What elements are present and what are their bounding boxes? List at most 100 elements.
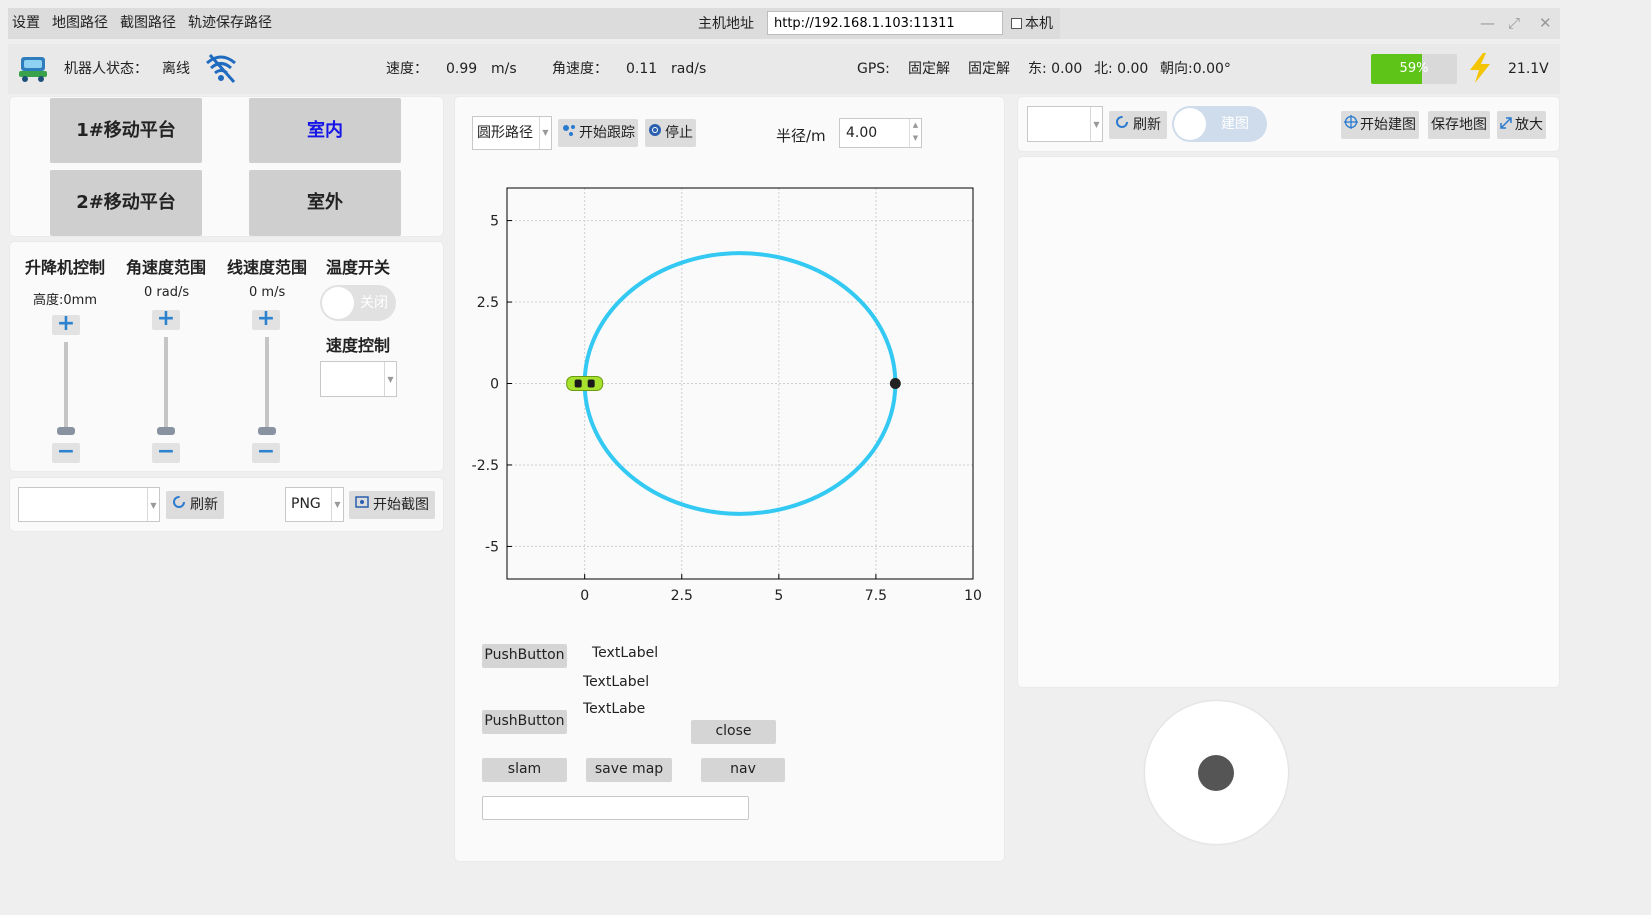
y-tick-label: -2.5	[472, 458, 499, 474]
build-map-toggle[interactable]: 建图	[1172, 106, 1267, 142]
angular-plus-button[interactable]: +	[152, 308, 180, 330]
chart-ticks: 0 2.5 5 7.5 10 5 2.5 0 -2.5 -5	[472, 214, 982, 604]
chevron-down-icon: ▼	[384, 362, 396, 396]
linear-minus-button[interactable]: −	[252, 441, 280, 463]
angular-slider-handle[interactable]	[157, 427, 175, 435]
status-bar: 机器人状态： 离线 速度： 0.99 m/s 角速度： 0.11 rad/s G…	[8, 44, 1560, 94]
speed-unit: m/s	[491, 61, 517, 77]
restore-icon[interactable]: ⤢	[1508, 8, 1520, 39]
robot-state-label: 机器人状态：	[64, 61, 148, 77]
lift-height-value: 高度:0mm	[33, 293, 97, 308]
temperature-switch-title: 温度开关	[326, 258, 391, 277]
car-window	[574, 379, 582, 388]
stop-button[interactable]: 停止	[645, 119, 696, 147]
text-label-1: TextLabel	[592, 645, 659, 661]
stop-label: 停止	[665, 125, 693, 141]
path-type-select[interactable]: 圆形路径 ▼	[472, 116, 552, 150]
path-chart: 0 2.5 5 7.5 10 5 2.5 0 -2.5 -5	[472, 187, 982, 604]
x-tick-label: 7.5	[865, 588, 887, 604]
chevron-down-icon: ▼	[1090, 107, 1102, 141]
car-window	[587, 379, 595, 388]
battery-percent: 59%	[1399, 61, 1429, 76]
start-capture-label: 开始截图	[373, 497, 429, 513]
gps-fix-1: 固定解	[908, 61, 950, 77]
car-icon	[566, 376, 604, 391]
temperature-toggle[interactable]: 关闭	[320, 285, 396, 321]
push-button-2[interactable]: PushButton	[482, 710, 567, 734]
menu-map-path[interactable]: 地图路径	[52, 8, 108, 39]
car-body	[566, 376, 604, 391]
voltage-value: 21.1V	[1508, 61, 1549, 77]
robot-icon	[18, 53, 48, 87]
minimize-icon[interactable]: —	[1480, 8, 1495, 39]
format-select[interactable]: PNG ▼	[285, 487, 344, 522]
text-label-3: TextLabe	[583, 701, 646, 717]
start-tracking-button[interactable]: 开始跟踪	[558, 119, 638, 147]
save-map-mid-button[interactable]: save map	[586, 758, 672, 782]
platform-2-button[interactable]: 2#移动平台	[50, 170, 202, 236]
target-point-marker	[889, 378, 901, 389]
temperature-toggle-label: 关闭	[360, 295, 388, 311]
angular-speed-label: 角速度：	[552, 61, 608, 77]
speed-label: 速度：	[386, 61, 428, 77]
start-capture-button[interactable]: 开始截图	[349, 491, 435, 519]
lift-slider-handle[interactable]	[57, 427, 75, 435]
build-map-toggle-label: 建图	[1221, 116, 1249, 132]
screenshot-icon	[355, 491, 369, 519]
speed-control-select[interactable]: ▼	[320, 361, 397, 397]
nav-button[interactable]: nav	[701, 758, 785, 782]
lift-minus-button[interactable]: −	[52, 441, 80, 463]
format-select-value: PNG	[291, 496, 321, 512]
capture-refresh-button[interactable]: 刷新	[166, 491, 224, 519]
start-build-map-label: 开始建图	[1360, 117, 1416, 133]
joystick-knob[interactable]	[1198, 755, 1234, 791]
capture-refresh-label: 刷新	[190, 497, 218, 513]
refresh-icon	[172, 491, 186, 519]
slam-button[interactable]: slam	[482, 758, 567, 782]
push-button-1[interactable]: PushButton	[482, 644, 567, 668]
map-refresh-button[interactable]: 刷新	[1109, 111, 1167, 139]
indoor-button[interactable]: 室内	[249, 98, 401, 163]
chevron-down-icon: ▼	[147, 488, 159, 521]
capture-source-select[interactable]: ▼	[18, 487, 160, 522]
gps-fix-2: 固定解	[968, 61, 1010, 77]
zoom-button[interactable]: 放大	[1497, 111, 1546, 139]
radius-spinbox[interactable]: 4.00 ▲ ▼	[839, 118, 922, 148]
text-label-2: TextLabel	[583, 674, 650, 690]
close-window-icon[interactable]: ✕	[1539, 8, 1552, 39]
lift-slider-track[interactable]	[64, 342, 68, 432]
host-address-label: 主机地址	[698, 16, 754, 32]
local-checkbox-label: 本机	[1025, 16, 1053, 32]
lift-plus-button[interactable]: +	[52, 313, 80, 335]
linear-plus-button[interactable]: +	[252, 308, 280, 330]
stop-icon	[648, 119, 662, 147]
menu-screenshot-path[interactable]: 截图路径	[120, 8, 176, 39]
map-select[interactable]: ▼	[1027, 106, 1103, 142]
tracking-icon	[561, 119, 577, 147]
heading-value: 朝向:0.00°	[1160, 61, 1231, 77]
angular-slider-track[interactable]	[164, 337, 168, 432]
angular-minus-button[interactable]: −	[152, 441, 180, 463]
north-value: 北: 0.00	[1094, 61, 1149, 77]
outdoor-button[interactable]: 室外	[249, 170, 401, 236]
toggle-knob	[322, 287, 354, 319]
menu-settings[interactable]: 设置	[12, 8, 40, 39]
checkbox-box[interactable]	[1011, 18, 1022, 29]
command-input[interactable]	[482, 796, 749, 820]
x-tick-label: 5	[774, 588, 783, 604]
spin-arrows-icon[interactable]: ▲ ▼	[909, 119, 921, 147]
gps-label: GPS:	[857, 61, 890, 77]
close-button[interactable]: close	[691, 720, 776, 744]
map-view[interactable]	[1018, 157, 1559, 687]
wifi-off-icon	[204, 52, 238, 88]
speed-value: 0.99	[446, 61, 478, 77]
linear-slider-track[interactable]	[265, 337, 269, 432]
linear-slider-handle[interactable]	[258, 427, 276, 435]
menu-track-save-path[interactable]: 轨迹保存路径	[188, 8, 272, 39]
host-address-input[interactable]	[767, 11, 1003, 35]
local-checkbox[interactable]: 本机	[1011, 8, 1053, 39]
start-build-map-button[interactable]: 开始建图	[1341, 111, 1419, 139]
x-tick-label: 2.5	[671, 588, 693, 604]
save-map-button[interactable]: 保存地图	[1428, 111, 1490, 139]
platform-1-button[interactable]: 1#移动平台	[50, 98, 202, 163]
